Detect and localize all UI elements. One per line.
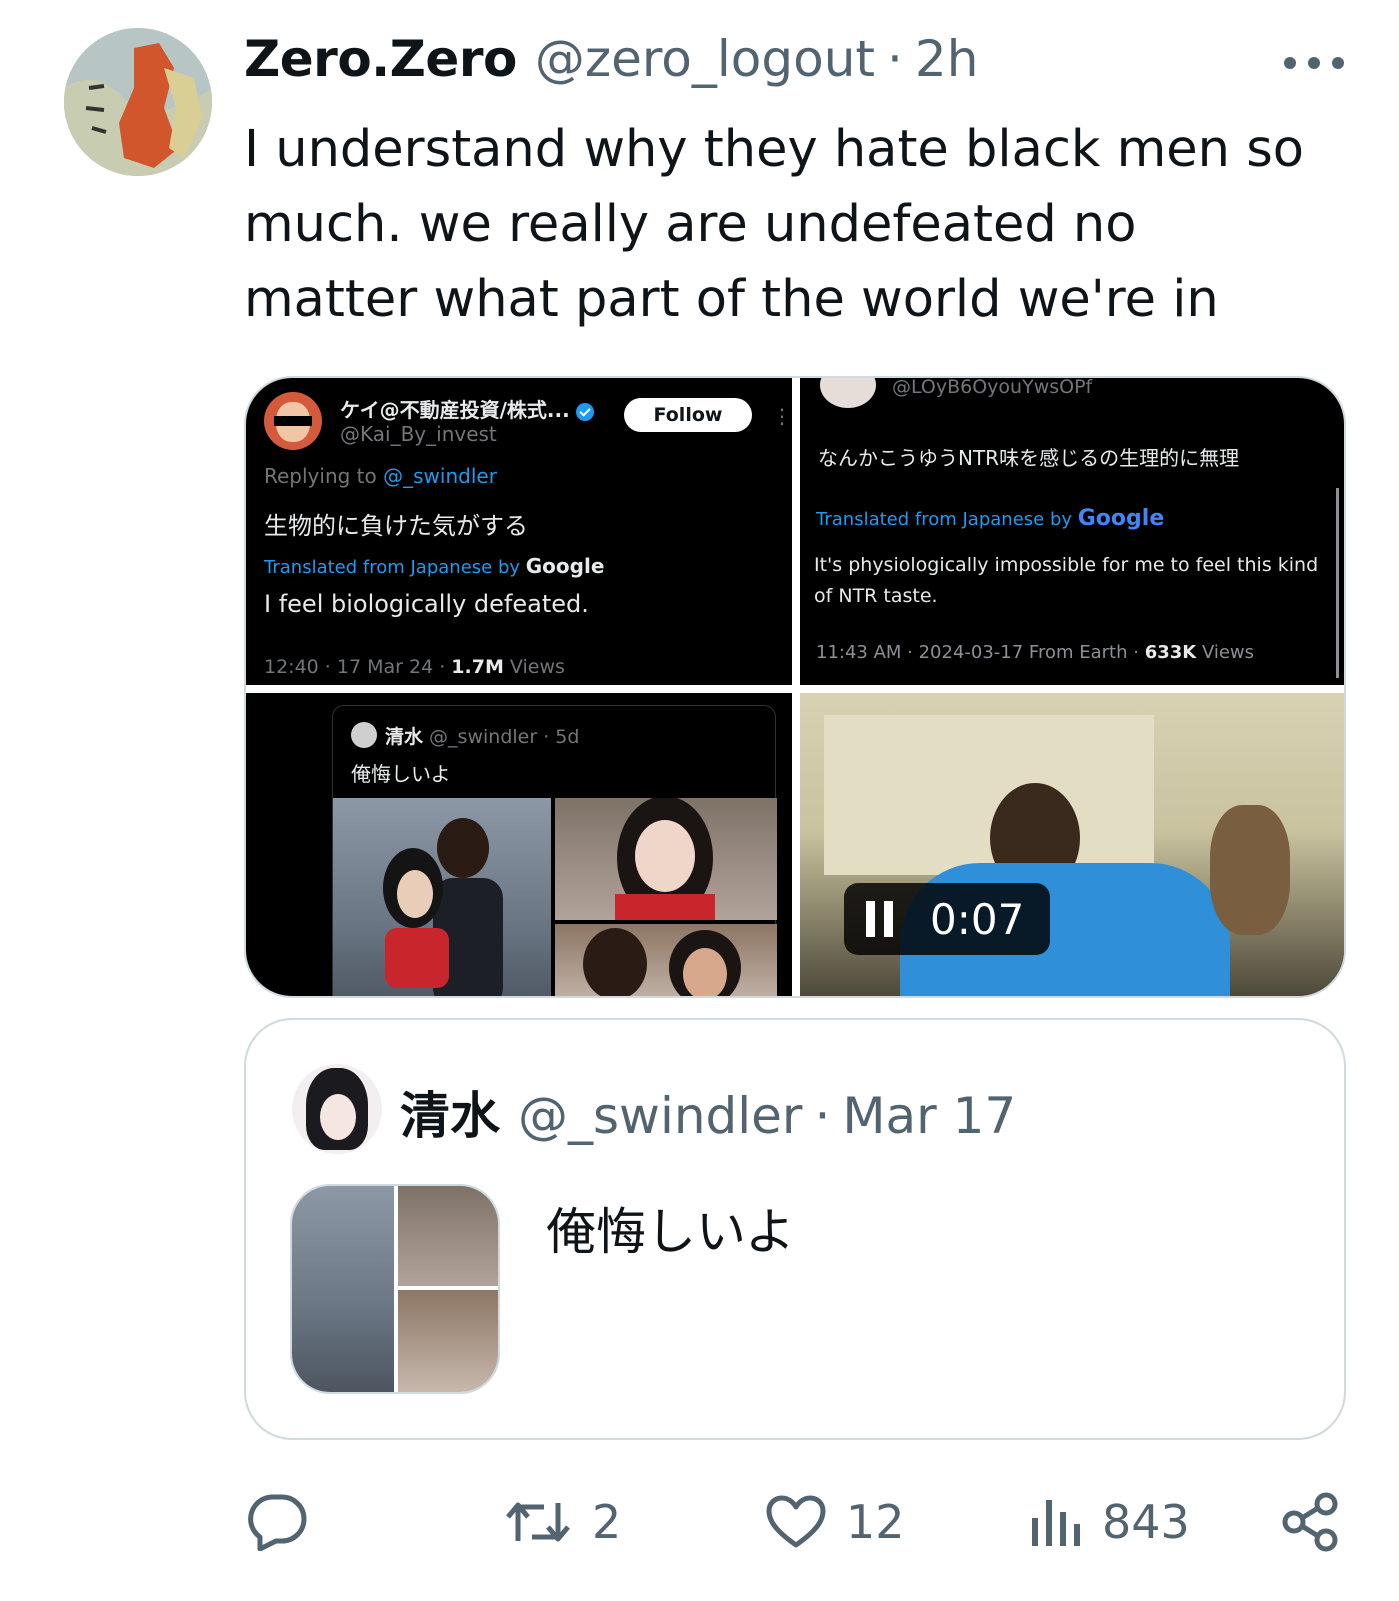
media-video[interactable]: 0:07 bbox=[800, 693, 1344, 996]
screenshot-author-name: ケイ@不動産投資/株式... bbox=[340, 394, 594, 423]
tweet-text: I understand why they hate black men so … bbox=[244, 120, 1304, 329]
header-separator: · bbox=[887, 30, 903, 88]
screenshot-translation: It's physiologically impossible for me t… bbox=[814, 554, 1319, 607]
views-button[interactable]: 843 bbox=[1030, 1492, 1190, 1552]
share-icon bbox=[1282, 1492, 1338, 1552]
screenshot-embedded-tweet: 清水 @_swindler · 5d 俺悔しいよ bbox=[332, 705, 777, 996]
quoted-media-thumbnail bbox=[290, 1184, 500, 1394]
tweet-header: Zero.Zero @zero_logout · 2h bbox=[244, 30, 978, 96]
quoted-tweet[interactable]: 清水 @_swindler · Mar 17 俺悔しいよ bbox=[244, 1018, 1346, 1440]
quoted-tweet-text: 俺悔しいよ bbox=[546, 1203, 795, 1261]
photo-couple-mirror bbox=[333, 798, 551, 996]
tweet-action-bar: 2 12 843 bbox=[0, 1480, 1399, 1570]
screenshot-header: 清水 @_swindler · 5d bbox=[385, 726, 580, 748]
video-time: 0:07 bbox=[930, 894, 1025, 944]
quoted-author-handle: @_swindler bbox=[518, 1087, 803, 1145]
author-display-name[interactable]: Zero.Zero bbox=[244, 30, 517, 88]
more-options-button[interactable] bbox=[1284, 50, 1344, 76]
screenshot-avatar bbox=[820, 378, 876, 408]
screenshot-meta: 11:43 AM · 2024-03-17 From Earth · 633K … bbox=[816, 642, 1255, 663]
video-subject-2 bbox=[1210, 805, 1290, 935]
author-avatar[interactable] bbox=[64, 28, 212, 176]
screenshot-scrollbar bbox=[1336, 488, 1339, 678]
photo-girl-portrait bbox=[555, 798, 777, 920]
heart-icon bbox=[766, 1495, 826, 1548]
video-background bbox=[824, 715, 1154, 875]
video-pause-control[interactable]: 0:07 bbox=[844, 883, 1050, 955]
screenshot-original-text: なんかこうゆうNTR味を感じるの生理的に無理 bbox=[818, 446, 1240, 470]
retweet-button[interactable]: 2 bbox=[504, 1492, 621, 1552]
map-avatar-icon bbox=[64, 28, 212, 176]
more-dot-icon bbox=[1308, 57, 1320, 69]
media-grid: ケイ@不動産投資/株式... @Kai_By_invest Follow ⋮ R… bbox=[244, 376, 1346, 998]
screenshot-follow-button: Follow bbox=[624, 398, 752, 432]
screenshot-author-handle: @LOyB6OyouYwsOPf bbox=[892, 378, 1093, 398]
screenshot-text: 俺悔しいよ bbox=[351, 762, 451, 786]
author-handle[interactable]: @zero_logout bbox=[535, 30, 875, 88]
photo-couple-selfie bbox=[555, 924, 777, 996]
media-screenshot-3[interactable]: 清水 @_swindler · 5d 俺悔しいよ bbox=[246, 693, 792, 996]
more-dot-icon bbox=[1332, 57, 1344, 69]
screenshot-replying-to: Replying to @_swindler bbox=[264, 464, 497, 488]
verified-badge-icon bbox=[575, 402, 594, 421]
views-count: 843 bbox=[1102, 1495, 1190, 1549]
screenshot-translated-label: Translated from Japanese by Google bbox=[816, 506, 1165, 531]
quoted-author-name: 清水 bbox=[400, 1087, 500, 1145]
pause-icon bbox=[866, 901, 896, 937]
media-screenshot-1[interactable]: ケイ@不動産投資/株式... @Kai_By_invest Follow ⋮ R… bbox=[246, 378, 792, 685]
screenshot-original-text: 生物的に負けた気がする bbox=[264, 512, 528, 540]
reply-button[interactable] bbox=[246, 1492, 328, 1552]
tweet-timestamp[interactable]: 2h bbox=[915, 30, 979, 88]
quoted-date: Mar 17 bbox=[842, 1087, 1017, 1145]
screenshot-meta: 12:40 · 17 Mar 24 · 1.7M Views bbox=[264, 656, 565, 678]
screenshot-translation: I feel biologically defeated. bbox=[264, 590, 589, 618]
quoted-tweet-header: 清水 @_swindler · Mar 17 bbox=[400, 1076, 1017, 1145]
screenshot-more-icon: ⋮ bbox=[772, 404, 792, 428]
media-screenshot-2[interactable]: @LOyB6OyouYwsOPf なんかこうゆうNTR味を感じるの生理的に無理 … bbox=[800, 378, 1344, 685]
more-dot-icon bbox=[1284, 57, 1296, 69]
screenshot-translated-label: Translated from Japanese by Google bbox=[264, 554, 605, 578]
screenshot-author-handle: @Kai_By_invest bbox=[340, 422, 497, 446]
quoted-author-avatar bbox=[292, 1064, 382, 1154]
share-button[interactable] bbox=[1282, 1492, 1340, 1552]
retweet-count: 2 bbox=[592, 1495, 622, 1549]
like-button[interactable]: 12 bbox=[766, 1492, 905, 1552]
like-count: 12 bbox=[846, 1495, 905, 1549]
screenshot-avatar bbox=[264, 392, 322, 450]
views-chart-icon bbox=[1032, 1500, 1080, 1546]
screenshot-avatar bbox=[351, 722, 377, 748]
quoted-separator: · bbox=[814, 1087, 831, 1145]
retweet-icon bbox=[506, 1502, 570, 1542]
reply-icon bbox=[248, 1494, 307, 1551]
